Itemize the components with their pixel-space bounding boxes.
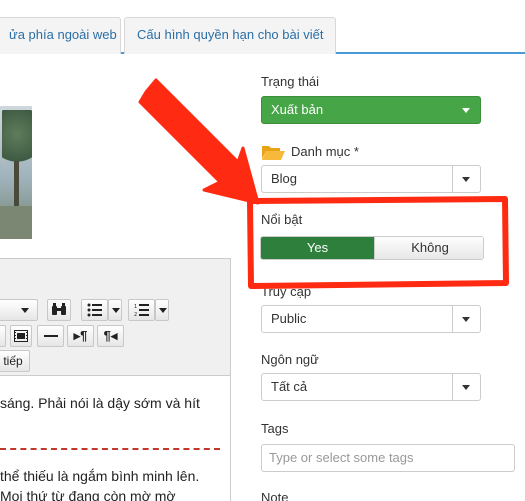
content-line: Mọi thứ từ đang còn mờ mờ bbox=[0, 488, 176, 501]
featured-no-option[interactable]: Không bbox=[374, 237, 483, 259]
svg-text:2: 2 bbox=[134, 312, 137, 317]
access-label: Truy cập bbox=[261, 284, 312, 299]
chevron-down-icon bbox=[462, 317, 470, 322]
unordered-list-dropdown[interactable] bbox=[108, 299, 122, 321]
ordered-list-button[interactable]: 12 bbox=[128, 299, 155, 321]
paragraph-ltr-button[interactable]: ▸¶ bbox=[67, 325, 94, 347]
annotation-arrow-icon bbox=[138, 78, 260, 205]
tab-frontend-edit[interactable]: ửa phía ngoài web bbox=[0, 17, 121, 54]
featured-toggle[interactable]: Yes Không bbox=[260, 236, 484, 260]
horizontal-rule-button[interactable] bbox=[37, 325, 64, 347]
status-select[interactable]: Xuất bản bbox=[261, 96, 481, 124]
status-value: Xuất bản bbox=[271, 102, 324, 117]
media-icon bbox=[14, 330, 28, 342]
paragraph-rtl-icon: ¶◂ bbox=[103, 328, 118, 343]
status-label: Trạng thái bbox=[261, 74, 320, 89]
chevron-down-icon bbox=[462, 108, 470, 113]
folder-icon bbox=[262, 146, 285, 160]
read-more-separator bbox=[0, 448, 220, 450]
chevron-down-icon bbox=[462, 385, 470, 390]
continue-button[interactable]: tiếp bbox=[0, 350, 30, 372]
tab-bar: ửa phía ngoài web Cấu hình quyền hạn cho… bbox=[0, 0, 525, 54]
binoculars-icon bbox=[52, 303, 66, 315]
article-image-preview bbox=[0, 106, 32, 239]
paragraph-ltr-icon: ▸¶ bbox=[73, 328, 88, 343]
chevron-down-icon bbox=[21, 308, 29, 313]
horizontal-rule-icon bbox=[43, 335, 58, 337]
featured-yes-option[interactable]: Yes bbox=[261, 237, 374, 259]
access-value: Public bbox=[271, 311, 307, 326]
tags-label: Tags bbox=[261, 421, 289, 436]
access-select[interactable]: Public bbox=[261, 305, 481, 333]
featured-label: Nổi bật bbox=[261, 212, 303, 227]
chevron-down-icon bbox=[112, 308, 120, 313]
article-editor: 12 ▸¶ ¶◂ tiếp sáng. Phải nói là dậy sớm … bbox=[0, 258, 231, 501]
content-line: sáng. Phải nói là dậy sớm và hít bbox=[0, 395, 200, 411]
continue-button-label: tiếp bbox=[3, 354, 23, 368]
category-label: Danh mục * bbox=[291, 144, 359, 159]
ordered-list-icon: 12 bbox=[134, 304, 149, 318]
tags-input[interactable]: Type or select some tags bbox=[261, 444, 515, 472]
language-label: Ngôn ngữ bbox=[261, 352, 319, 367]
note-label: Note bbox=[261, 490, 289, 501]
content-line: thể thiếu là ngắm bình minh lên. bbox=[0, 468, 200, 484]
unordered-list-button[interactable] bbox=[81, 299, 108, 321]
category-value: Blog bbox=[271, 171, 298, 186]
toolbar-button-partial[interactable] bbox=[0, 325, 6, 347]
language-select[interactable]: Tất cả bbox=[261, 373, 481, 401]
category-select[interactable]: Blog bbox=[261, 165, 481, 193]
paragraph-rtl-button[interactable]: ¶◂ bbox=[97, 325, 124, 347]
chevron-down-icon bbox=[159, 308, 167, 313]
ordered-list-dropdown[interactable] bbox=[155, 299, 169, 321]
find-replace-button[interactable] bbox=[47, 299, 71, 321]
format-dropdown[interactable] bbox=[0, 299, 38, 321]
svg-text:1: 1 bbox=[134, 304, 137, 310]
media-button[interactable] bbox=[10, 325, 32, 347]
unordered-list-icon bbox=[87, 303, 102, 317]
language-value: Tất cả bbox=[271, 379, 308, 394]
editor-toolbar: 12 ▸¶ ¶◂ tiếp bbox=[0, 259, 230, 376]
tab-article-permissions[interactable]: Cấu hình quyền hạn cho bài viết bbox=[124, 17, 336, 54]
chevron-down-icon bbox=[462, 177, 470, 182]
